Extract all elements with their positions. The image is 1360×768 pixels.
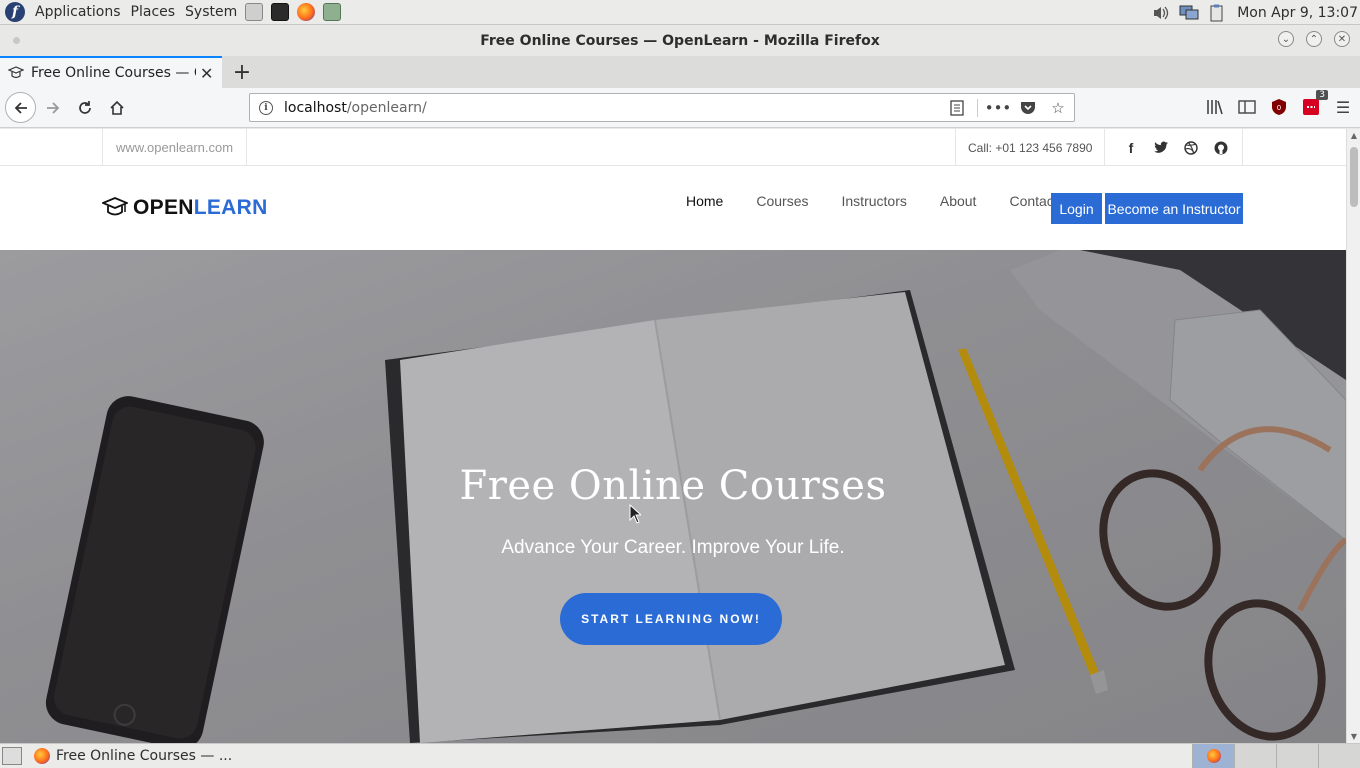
bottom-taskbar: Free Online Courses — ... bbox=[0, 743, 1360, 768]
logo-text-open: OPEN bbox=[133, 196, 194, 219]
sidebar-icon[interactable] bbox=[1236, 94, 1258, 120]
applications-menu[interactable]: Applications bbox=[35, 4, 121, 20]
page-actions-icon[interactable]: ••• bbox=[985, 98, 1012, 118]
nav-toolbar: i localhost /openlearn/ ••• ☆ 0 3 ☰ bbox=[0, 88, 1360, 128]
pocket-icon[interactable] bbox=[1018, 98, 1038, 118]
logo-text-learn: LEARN bbox=[193, 196, 268, 219]
window-titlebar[interactable]: Free Online Courses — OpenLearn - Mozill… bbox=[0, 25, 1360, 56]
minimize-icon[interactable]: ⌄ bbox=[1278, 31, 1294, 47]
url-divider bbox=[977, 99, 978, 117]
hero-title: Free Online Courses bbox=[459, 463, 887, 509]
window-menu-icon[interactable] bbox=[13, 37, 20, 44]
url-path: /openlearn/ bbox=[346, 99, 427, 116]
close-icon[interactable]: ✕ bbox=[200, 64, 213, 83]
workspace-3[interactable] bbox=[1276, 744, 1318, 768]
bookmark-star-icon[interactable]: ☆ bbox=[1048, 98, 1068, 118]
scroll-up-icon[interactable]: ▲ bbox=[1349, 131, 1359, 140]
fedora-logo-icon[interactable]: f bbox=[5, 2, 25, 22]
workspace-1[interactable] bbox=[1192, 744, 1234, 768]
site-header: OPEN LEARN Home Courses Instructors About… bbox=[0, 166, 1346, 250]
scroll-thumb[interactable] bbox=[1350, 147, 1358, 207]
menu-instructors[interactable]: Instructors bbox=[842, 193, 907, 209]
site-info-icon[interactable]: i bbox=[259, 100, 273, 115]
extension-icon[interactable]: 3 bbox=[1300, 90, 1328, 120]
become-instructor-button[interactable]: Become an Instructor bbox=[1105, 193, 1243, 224]
page-viewport: www.openlearn.com Call: +01 123 456 7890… bbox=[0, 129, 1346, 743]
home-icon[interactable] bbox=[103, 94, 131, 122]
clipboard-icon[interactable] bbox=[1207, 4, 1227, 22]
firefox-launcher-icon[interactable] bbox=[297, 3, 316, 21]
places-menu[interactable]: Places bbox=[131, 4, 176, 20]
tab-strip: Free Online Courses — OpenLearn ✕ + bbox=[0, 56, 1360, 88]
site-phone: Call: +01 123 456 7890 bbox=[955, 129, 1106, 166]
tab-openlearn[interactable]: Free Online Courses — OpenLearn ✕ bbox=[0, 56, 222, 88]
twitter-icon[interactable] bbox=[1153, 140, 1169, 156]
svg-text:0: 0 bbox=[1277, 104, 1281, 112]
window-title: Free Online Courses — OpenLearn - Mozill… bbox=[480, 32, 880, 49]
start-learning-button[interactable]: START LEARNING NOW! bbox=[560, 593, 782, 645]
dribbble-icon[interactable] bbox=[1183, 140, 1199, 156]
mouse-cursor-icon bbox=[629, 504, 641, 524]
taskbar-firefox-item[interactable]: Free Online Courses — ... bbox=[34, 745, 234, 767]
url-host: localhost bbox=[284, 99, 347, 116]
close-window-icon[interactable]: ✕ bbox=[1334, 31, 1350, 47]
page-scrollbar[interactable]: ▲ ▼ bbox=[1346, 129, 1360, 743]
hero-subtitle: Advance Your Career. Improve Your Life. bbox=[501, 537, 845, 558]
github-icon[interactable] bbox=[1213, 140, 1229, 156]
network-launcher-icon[interactable] bbox=[323, 3, 342, 21]
site-url[interactable]: www.openlearn.com bbox=[102, 129, 248, 166]
hero-section: Free Online Courses Advance Your Career.… bbox=[0, 250, 1346, 743]
menu-courses[interactable]: Courses bbox=[756, 193, 808, 209]
forward-arrow-icon[interactable] bbox=[39, 94, 67, 122]
system-menu[interactable]: System bbox=[185, 4, 237, 20]
show-desktop-icon[interactable] bbox=[2, 747, 22, 765]
reload-icon[interactable] bbox=[71, 94, 99, 122]
menu-about[interactable]: About bbox=[940, 193, 977, 209]
workspace-2[interactable] bbox=[1234, 744, 1276, 768]
main-menu: Home Courses Instructors About Contact bbox=[686, 193, 1091, 209]
graduation-cap-logo-icon bbox=[102, 197, 128, 216]
reader-view-icon[interactable] bbox=[947, 98, 967, 118]
back-arrow-icon[interactable] bbox=[5, 92, 36, 123]
workspace-switcher bbox=[1192, 744, 1360, 768]
file-manager-launcher-icon[interactable] bbox=[245, 3, 264, 21]
new-tab-icon[interactable]: + bbox=[230, 60, 254, 85]
maximize-icon[interactable]: ⌃ bbox=[1306, 31, 1322, 47]
menu-home[interactable]: Home bbox=[686, 193, 723, 209]
library-icon[interactable] bbox=[1204, 94, 1226, 120]
top-panel: f Applications Places System Mon Apr 9, … bbox=[0, 0, 1360, 25]
hamburger-menu-icon[interactable]: ☰ bbox=[1332, 94, 1354, 120]
extension-badge: 3 bbox=[1316, 90, 1328, 100]
clock[interactable]: Mon Apr 9, 13:07 bbox=[1237, 5, 1358, 21]
workspace-4[interactable] bbox=[1318, 744, 1360, 768]
ublock-icon[interactable]: 0 bbox=[1268, 94, 1290, 120]
scroll-down-icon[interactable]: ▼ bbox=[1349, 732, 1359, 741]
taskbar-item-label: Free Online Courses — ... bbox=[56, 748, 233, 764]
site-topbar: www.openlearn.com Call: +01 123 456 7890… bbox=[0, 129, 1346, 166]
site-logo[interactable]: OPEN LEARN bbox=[102, 196, 268, 220]
firefox-icon bbox=[34, 748, 50, 764]
volume-icon[interactable] bbox=[1151, 4, 1171, 22]
login-button[interactable]: Login bbox=[1051, 193, 1102, 224]
tab-title: Free Online Courses — OpenLearn bbox=[31, 65, 196, 81]
facebook-icon[interactable]: f bbox=[1123, 140, 1139, 156]
url-bar[interactable]: i localhost /openlearn/ ••• ☆ bbox=[249, 93, 1075, 122]
network-status-icon[interactable] bbox=[1179, 4, 1199, 22]
graduation-cap-icon bbox=[8, 65, 24, 81]
social-links: f bbox=[1110, 129, 1243, 166]
firefox-icon bbox=[1206, 749, 1221, 763]
terminal-launcher-icon[interactable] bbox=[271, 3, 290, 21]
